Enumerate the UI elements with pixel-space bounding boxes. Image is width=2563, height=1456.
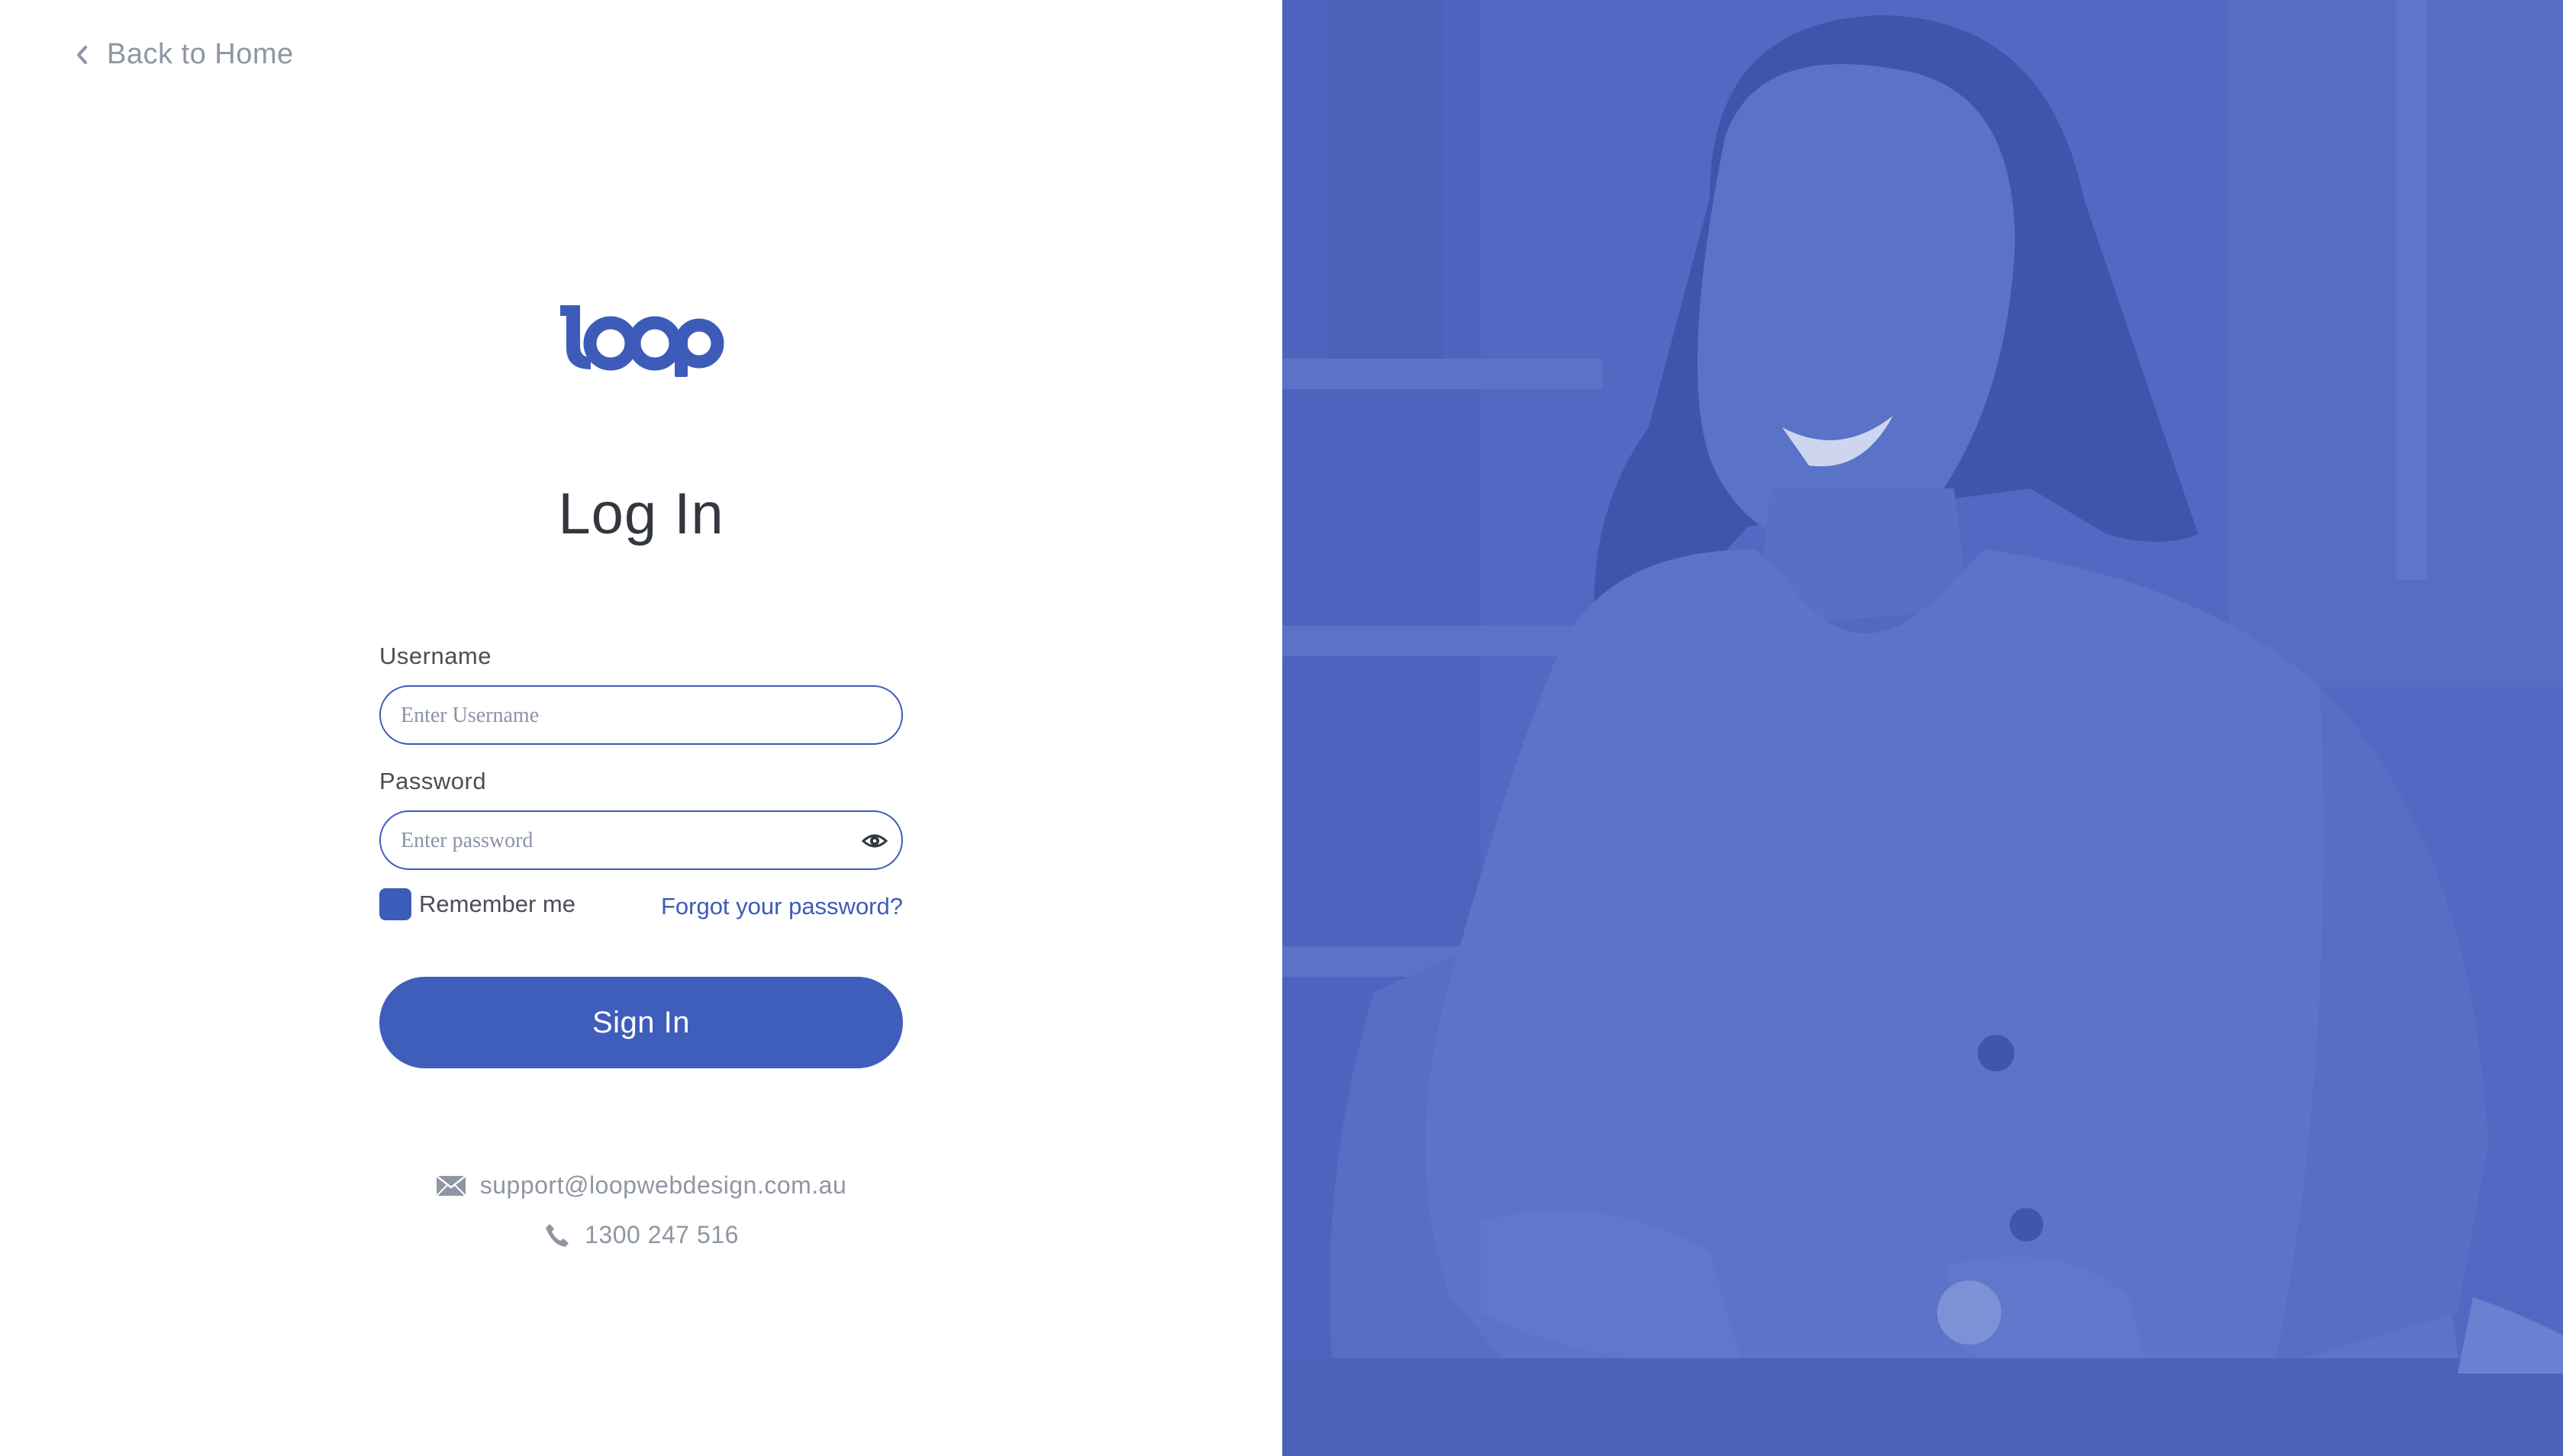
login-form: Username Password Remember me For bbox=[379, 643, 903, 1068]
username-input[interactable] bbox=[399, 687, 830, 745]
password-label: Password bbox=[379, 768, 487, 794]
login-panel: Back to Home Log In Username Password bbox=[0, 0, 1282, 1456]
support-email-text[interactable]: support@loopwebdesign.com.au bbox=[480, 1171, 847, 1200]
sign-in-button[interactable]: Sign In bbox=[379, 977, 903, 1068]
remember-me-toggle[interactable]: Remember me bbox=[379, 888, 575, 920]
hero-image-panel bbox=[1282, 0, 2563, 1456]
eye-icon[interactable] bbox=[862, 829, 888, 853]
login-page: Back to Home Log In Username Password bbox=[0, 0, 2563, 1456]
back-to-home-label: Back to Home bbox=[107, 38, 294, 70]
hero-photo-woman-laptop bbox=[1282, 0, 2563, 1456]
username-field-wrapper bbox=[379, 685, 903, 745]
remember-me-checkbox[interactable] bbox=[379, 888, 411, 920]
page-title: Log In bbox=[558, 482, 724, 546]
envelope-icon bbox=[435, 1174, 466, 1197]
back-to-home-link[interactable]: Back to Home bbox=[73, 38, 294, 71]
forgot-password-link[interactable]: Forgot your password? bbox=[661, 893, 903, 920]
chevron-left-icon bbox=[77, 45, 87, 64]
form-options-row: Remember me Forgot your password? bbox=[379, 888, 903, 934]
remember-me-label: Remember me bbox=[419, 891, 575, 917]
password-field-wrapper bbox=[379, 810, 903, 870]
username-label: Username bbox=[379, 643, 492, 669]
password-input[interactable] bbox=[399, 812, 830, 870]
loop-logo bbox=[560, 305, 724, 377]
support-phone-text[interactable]: 1300 247 516 bbox=[585, 1221, 739, 1249]
support-email: support@loopwebdesign.com.au bbox=[0, 1171, 1282, 1200]
support-phone: 1300 247 516 bbox=[0, 1221, 1282, 1249]
phone-icon bbox=[546, 1223, 569, 1247]
